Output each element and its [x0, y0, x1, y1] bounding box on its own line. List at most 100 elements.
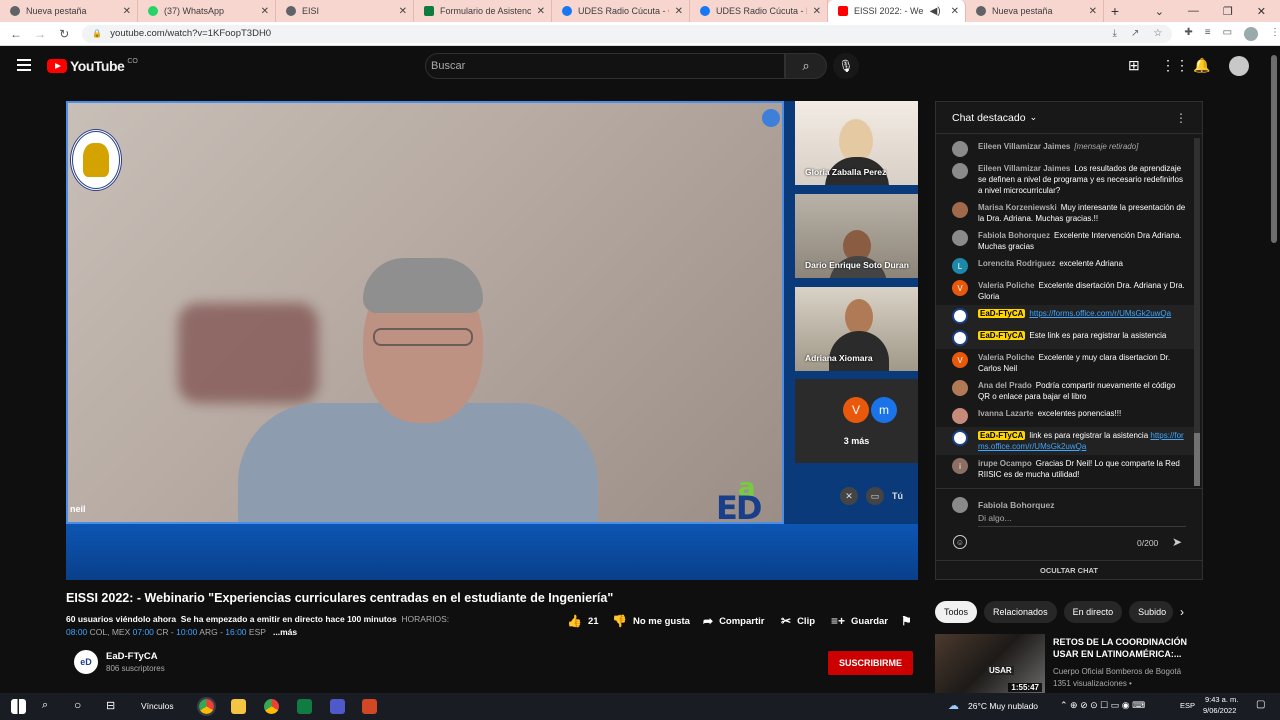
video-player[interactable]: neil a ED Gloria Zaballa Perez Dario Enr…: [66, 101, 918, 580]
report-button[interactable]: ⚑: [901, 614, 912, 628]
chrome-icon[interactable]: [197, 697, 216, 716]
mic-off-icon[interactable]: ✕: [840, 487, 858, 505]
share-icon[interactable]: ↗: [1131, 28, 1139, 39]
related-video-card[interactable]: USAR 1:55:47 RETOS DE LA COORDINACIÓN US…: [935, 634, 1195, 694]
audio-icon[interactable]: ◀): [930, 6, 941, 17]
browser-tab-active[interactable]: EISSI 2022: - Webinar ◀) ✕: [828, 0, 966, 22]
chip-uploaded[interactable]: Subido: [1129, 601, 1174, 623]
clip-button[interactable]: ✂ Clip: [781, 614, 815, 628]
close-window-button[interactable]: ✕: [1257, 5, 1266, 18]
extensions-icon[interactable]: ✚: [1184, 27, 1192, 41]
account-avatar[interactable]: [1229, 56, 1249, 76]
reading-list-icon[interactable]: ▭: [1223, 27, 1232, 41]
menu-icon[interactable]: [17, 59, 31, 74]
video-thumbnail[interactable]: USAR 1:55:47: [935, 634, 1045, 694]
chat-scrollbar-thumb[interactable]: [1194, 433, 1200, 486]
share-button[interactable]: ➦ Compartir: [703, 614, 764, 628]
like-button[interactable]: 👍 21: [567, 614, 599, 628]
bookmark-star-icon[interactable]: ☆: [1153, 28, 1162, 39]
back-button[interactable]: ←: [10, 27, 22, 41]
chat-message[interactable]: V Valeria Poliche Excelente y muy clara di…: [936, 349, 1194, 377]
dislike-button[interactable]: 👎 No me gusta: [612, 614, 690, 628]
menu-dots-icon[interactable]: ⋮: [1270, 27, 1280, 41]
teams-icon[interactable]: [330, 699, 345, 714]
chat-message[interactable]: i irupe Ocampo Gracias Dr Neil! Lo que com…: [936, 455, 1194, 483]
chat-message[interactable]: Eileen Villamizar Jaimes Los resultados d…: [936, 160, 1194, 199]
windows-start-icon[interactable]: [11, 699, 26, 714]
search-icon[interactable]: ⌕: [42, 699, 48, 712]
close-icon[interactable]: ✕: [1089, 6, 1097, 17]
close-icon[interactable]: ✕: [399, 6, 407, 17]
clock-time[interactable]: 9:43 a. m.: [1205, 695, 1238, 704]
chat-message-input[interactable]: Di algo...: [978, 513, 1186, 527]
file-explorer-icon[interactable]: [231, 699, 246, 714]
page-scrollbar-thumb[interactable]: [1271, 55, 1277, 243]
subscribe-button[interactable]: SUSCRIBIRME: [828, 651, 913, 675]
close-icon[interactable]: ✕: [123, 6, 131, 17]
chat-message[interactable]: EaD-FTyCA link es para registrar la asist…: [936, 427, 1194, 455]
browser-tab[interactable]: Nueva pestaña ✕: [966, 0, 1104, 22]
system-tray-icons[interactable]: ⌃ ⊕ ⊘ ⊙ ☐ ▭ ◉ ⌨: [1060, 700, 1145, 711]
chat-message[interactable]: V Valeria Poliche Excelente disertación Dr…: [936, 277, 1194, 305]
page-scrollbar[interactable]: [1268, 47, 1280, 693]
send-icon[interactable]: ➤: [1172, 535, 1182, 549]
chevron-down-icon[interactable]: ⌄: [1155, 5, 1164, 18]
install-icon[interactable]: ⤓: [1113, 28, 1117, 39]
browser-tab[interactable]: UDES Radio Cúcuta - Inicio ✕: [690, 0, 828, 22]
chrome-icon[interactable]: [264, 699, 279, 714]
chip-live[interactable]: En directo: [1063, 601, 1123, 623]
reload-button[interactable]: ↻: [58, 27, 70, 41]
time-link[interactable]: 16:00: [225, 627, 246, 637]
chat-message[interactable]: Ivanna Lazarte excelentes ponencias!!!: [936, 405, 1194, 427]
channel-name[interactable]: EaD-FTyCA: [106, 651, 165, 662]
apps-grid-icon[interactable]: ⋮⋮: [1161, 57, 1189, 74]
chat-author-name[interactable]: EaD-FTyCA: [978, 331, 1026, 340]
close-icon[interactable]: ✕: [261, 6, 269, 17]
chip-all[interactable]: Todos: [935, 601, 978, 623]
chat-author-name[interactable]: Ivanna Lazarte: [978, 409, 1034, 418]
links-toolbar-label[interactable]: Vínculos: [141, 701, 174, 711]
save-button[interactable]: ≡+ Guardar: [831, 614, 888, 628]
browser-tab[interactable]: EISI ✕: [276, 0, 414, 22]
chat-author-name[interactable]: irupe Ocampo: [978, 459, 1032, 468]
chat-message[interactable]: EaD-FTyCA Este link es para registrar la …: [936, 327, 1194, 349]
restore-button[interactable]: ❐: [1223, 5, 1233, 18]
chat-author-name[interactable]: Valeria Poliche: [978, 353, 1034, 362]
forward-button[interactable]: →: [34, 27, 46, 41]
task-view-icon[interactable]: ⊟: [106, 699, 115, 712]
chat-message[interactable]: Ana del Prado Podría compartir nuevamente…: [936, 377, 1194, 405]
chat-author-name[interactable]: Eileen Villamizar Jaimes: [978, 164, 1070, 173]
chat-scrollbar[interactable]: [1194, 138, 1200, 486]
hide-chat-button[interactable]: OCULTAR CHAT: [936, 560, 1202, 580]
chat-message[interactable]: Eileen Villamizar Jaimes [mensaje retirad…: [936, 138, 1194, 160]
chat-author-name[interactable]: Fabiola Bohorquez: [978, 231, 1050, 240]
weather-text[interactable]: 26°C Muy nublado: [968, 701, 1038, 711]
chat-link[interactable]: https://forms.office.com/r/UMsGk2uwQa: [1029, 309, 1171, 318]
voice-search-button[interactable]: 🎙: [833, 53, 859, 79]
chat-author-name[interactable]: Ana del Prado: [978, 381, 1032, 390]
browser-tab[interactable]: Formulario de Asistencia - ✕: [414, 0, 552, 22]
youtube-logo[interactable]: YouTube CO: [47, 58, 138, 74]
chat-author-name[interactable]: Lorencita Rodriguez: [978, 259, 1055, 268]
chat-message[interactable]: EaD-FTyCA https://forms.office.com/r/UMsG…: [936, 305, 1194, 327]
time-link[interactable]: 07:00: [133, 627, 154, 637]
menu-dots-icon[interactable]: ⋮: [1175, 111, 1187, 125]
camera-off-icon[interactable]: ▭: [866, 487, 884, 505]
close-icon[interactable]: ✕: [951, 6, 959, 17]
new-tab-button[interactable]: +: [1104, 3, 1126, 19]
chat-author-name[interactable]: Marisa Korzeniewski: [978, 203, 1057, 212]
browser-tab[interactable]: UDES Radio Cúcuta - 🔴 ✕: [552, 0, 690, 22]
chat-message[interactable]: L Lorencita Rodriguez excelente Adriana: [936, 255, 1194, 277]
search-input[interactable]: Buscar: [425, 53, 785, 79]
time-link[interactable]: 08:00: [66, 627, 87, 637]
video-description[interactable]: 60 usuarios viéndolo ahora Se ha empezad…: [66, 613, 466, 639]
notifications-icon[interactable]: ▢: [1256, 699, 1265, 710]
close-icon[interactable]: ✕: [675, 6, 683, 17]
profile-avatar[interactable]: [1244, 26, 1259, 41]
excel-icon[interactable]: [297, 699, 312, 714]
search-button[interactable]: ⌕: [785, 53, 827, 79]
chat-message-list[interactable]: Eileen Villamizar Jaimes [mensaje retirad…: [936, 138, 1194, 486]
chat-message[interactable]: Fabiola Bohorquez Excelente Intervención …: [936, 227, 1194, 255]
chevron-down-icon[interactable]: ⌄: [1030, 112, 1038, 123]
close-icon[interactable]: ✕: [537, 6, 545, 17]
